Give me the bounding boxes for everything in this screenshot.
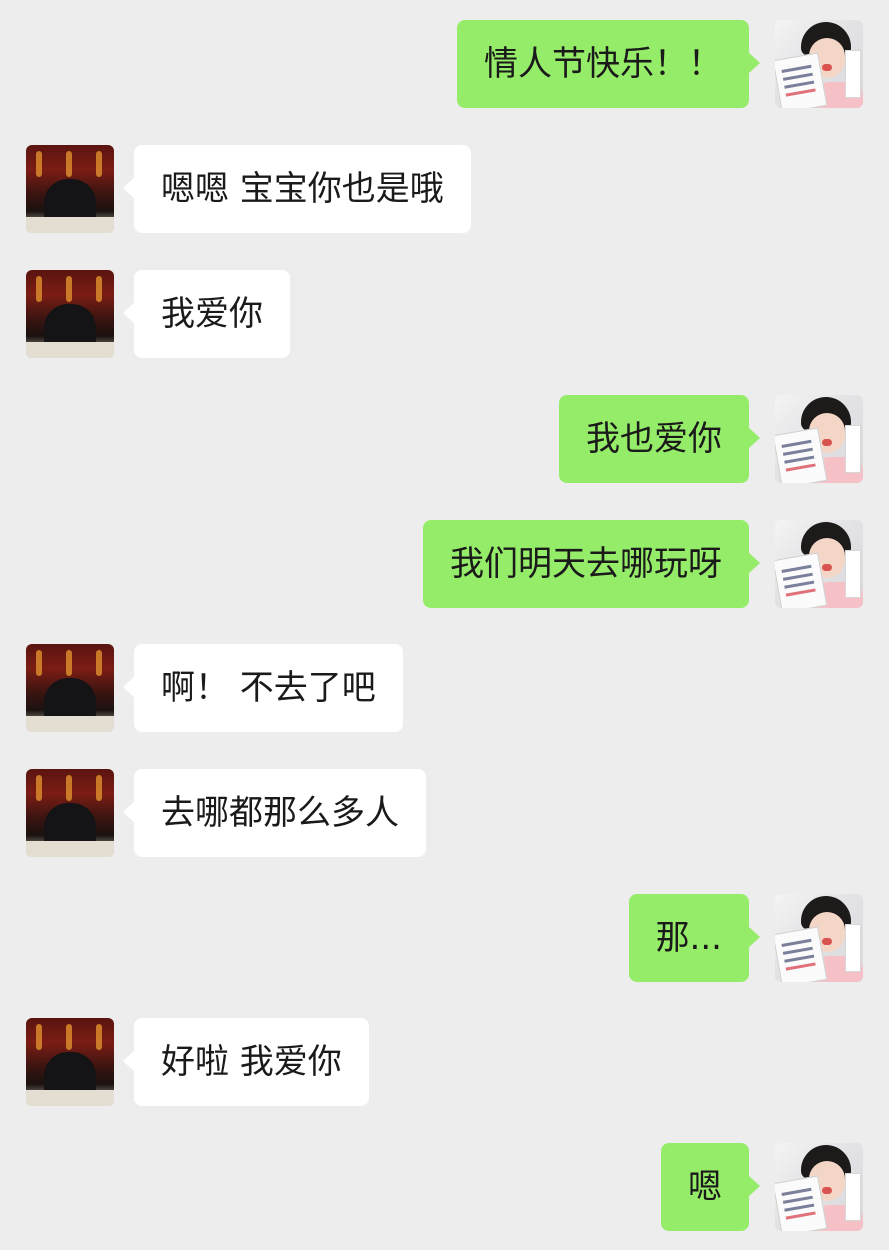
message-row-outgoing: 我们明天去哪玩呀	[0, 520, 889, 610]
message-bubble-incoming[interactable]: 啊！ 不去了吧	[123, 644, 403, 732]
message-row-incoming: 我爱你	[0, 270, 889, 360]
message-bubble-outgoing[interactable]: 我们明天去哪玩呀	[423, 520, 760, 608]
contact-avatar[interactable]	[26, 1018, 114, 1106]
contact-avatar[interactable]	[26, 270, 114, 358]
user-avatar[interactable]	[775, 20, 863, 108]
message-bubble-incoming[interactable]: 嗯嗯 宝宝你也是哦	[123, 145, 471, 233]
message-row-outgoing: 嗯	[0, 1143, 889, 1233]
message-row-incoming: 去哪都那么多人	[0, 769, 889, 859]
message-row-outgoing: 情人节快乐！！	[0, 20, 889, 110]
message-bubble-outgoing[interactable]: 我也爱你	[559, 395, 760, 483]
message-bubble-incoming[interactable]: 好啦 我爱你	[123, 1018, 369, 1106]
message-row-outgoing: 我也爱你	[0, 395, 889, 485]
message-bubble-outgoing[interactable]: 嗯	[661, 1143, 760, 1231]
message-bubble-incoming[interactable]: 我爱你	[123, 270, 290, 358]
contact-avatar[interactable]	[26, 145, 114, 233]
user-avatar[interactable]	[775, 395, 863, 483]
user-avatar[interactable]	[775, 894, 863, 982]
contact-avatar[interactable]	[26, 644, 114, 732]
message-bubble-incoming[interactable]: 去哪都那么多人	[123, 769, 426, 857]
chat-message-list[interactable]: 情人节快乐！！ 嗯嗯 宝宝你也是哦 我爱你 我也爱你 我们明天去哪玩呀 啊！ 不…	[0, 0, 889, 1250]
message-row-incoming: 好啦 我爱你	[0, 1018, 889, 1108]
contact-avatar[interactable]	[26, 769, 114, 857]
user-avatar[interactable]	[775, 1143, 863, 1231]
message-row-incoming: 啊！ 不去了吧	[0, 644, 889, 734]
message-row-outgoing: 那...	[0, 894, 889, 984]
message-bubble-outgoing[interactable]: 那...	[628, 894, 761, 982]
user-avatar[interactable]	[775, 520, 863, 608]
message-bubble-outgoing[interactable]: 情人节快乐！！	[457, 20, 760, 108]
message-row-incoming: 嗯嗯 宝宝你也是哦	[0, 145, 889, 235]
